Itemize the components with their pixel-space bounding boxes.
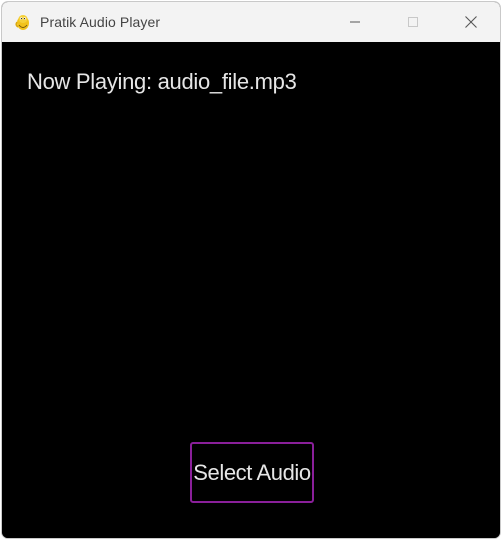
now-playing-label: Now Playing: audio_file.mp3 xyxy=(27,69,297,94)
select-audio-button[interactable]: Select Audio xyxy=(190,442,314,503)
close-button[interactable] xyxy=(442,2,500,42)
title-bar[interactable]: Pratik Audio Player xyxy=(2,2,500,42)
python-snake-icon xyxy=(13,12,33,32)
window-controls xyxy=(326,2,500,42)
app-window: Pratik Audio Player Now Playing: audio_f… xyxy=(1,1,501,539)
minimize-button[interactable] xyxy=(326,2,384,42)
maximize-button[interactable] xyxy=(384,2,442,42)
player-canvas: Now Playing: audio_file.mp3 Select Audio xyxy=(2,42,500,538)
window-title: Pratik Audio Player xyxy=(40,14,161,30)
maximize-icon xyxy=(408,17,418,27)
close-icon xyxy=(465,16,477,28)
minimize-icon xyxy=(350,21,360,23)
